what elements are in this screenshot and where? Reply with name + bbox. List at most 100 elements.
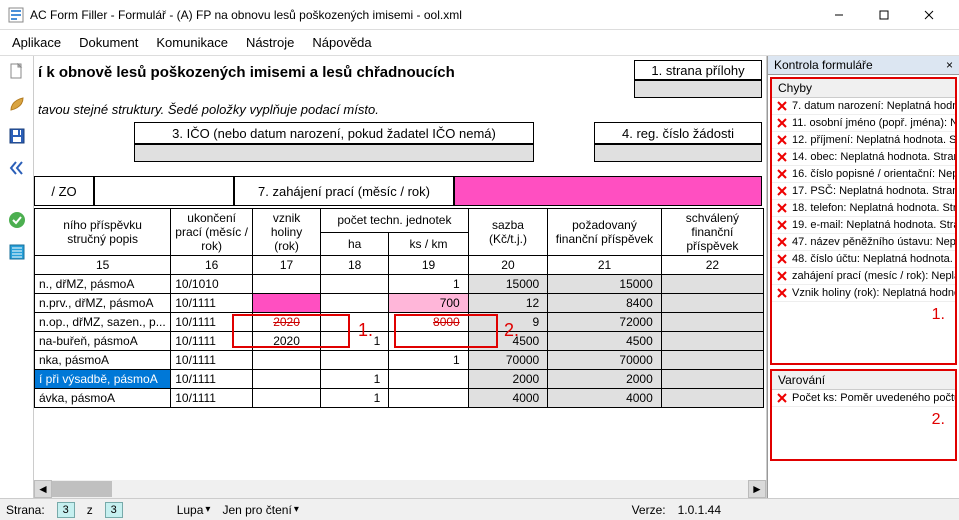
- minimize-button[interactable]: [816, 0, 861, 30]
- warning-item[interactable]: Počet ks: Poměr uvedeného počtu ...: [772, 390, 955, 407]
- table-cell[interactable]: 10/1111: [171, 294, 253, 313]
- error-item[interactable]: 47. název pěněžního ústavu: Nepl...: [772, 234, 955, 251]
- table-cell[interactable]: [321, 275, 389, 294]
- table-cell[interactable]: [253, 294, 321, 313]
- table-cell[interactable]: [253, 389, 321, 408]
- menu-napoveda[interactable]: Nápověda: [312, 35, 371, 50]
- table-cell[interactable]: 1: [389, 351, 468, 370]
- table-cell[interactable]: 1: [389, 275, 468, 294]
- table-cell[interactable]: 2020: [253, 332, 321, 351]
- table-cell[interactable]: 10/1111: [171, 313, 253, 332]
- zoom-dropdown[interactable]: Lupa▾: [177, 503, 211, 517]
- readonly-dropdown[interactable]: Jen pro čtení▾: [222, 503, 298, 517]
- table-cell[interactable]: nka, pásmoA: [35, 351, 171, 370]
- table-cell[interactable]: 10/1111: [171, 332, 253, 351]
- table-cell[interactable]: [661, 370, 763, 389]
- table-row[interactable]: n.prv., dřMZ, pásmoA10/1111 700128400: [35, 294, 764, 313]
- horizontal-scrollbar[interactable]: ◄ ►: [34, 480, 766, 498]
- warnings-list[interactable]: Počet ks: Poměr uvedeného počtu ...: [772, 390, 955, 407]
- table-cell[interactable]: 700: [389, 294, 468, 313]
- table-row[interactable]: n.op., dřMZ, sazen., p...10/11112020 8000…: [35, 313, 764, 332]
- table-cell[interactable]: 4000: [468, 389, 547, 408]
- table-row[interactable]: í při výsadbě, pásmoA10/1111 1 20002000: [35, 370, 764, 389]
- table-cell[interactable]: n.op., dřMZ, sazen., p...: [35, 313, 171, 332]
- errors-list[interactable]: 7. datum narození: Neplatná hodno...11. …: [772, 98, 955, 302]
- scroll-track[interactable]: [52, 480, 748, 498]
- table-cell[interactable]: n., dřMZ, pásmoA: [35, 275, 171, 294]
- table-cell[interactable]: 15000: [548, 275, 662, 294]
- error-item[interactable]: 48. číslo účtu: Neplatná hodnota. S...: [772, 251, 955, 268]
- table-cell[interactable]: [389, 332, 468, 351]
- table-cell[interactable]: 10/1111: [171, 351, 253, 370]
- table-cell[interactable]: [661, 313, 763, 332]
- menu-nastroje[interactable]: Nástroje: [246, 35, 294, 50]
- close-button[interactable]: [906, 0, 951, 30]
- leaf-icon[interactable]: [5, 92, 29, 116]
- table-cell[interactable]: [321, 294, 389, 313]
- table-cell[interactable]: [253, 275, 321, 294]
- table-cell[interactable]: 8000: [389, 313, 468, 332]
- error-item[interactable]: 19. e-mail: Neplatná hodnota. Stran...: [772, 217, 955, 234]
- table-cell[interactable]: 70000: [468, 351, 547, 370]
- scroll-right-icon[interactable]: ►: [748, 480, 766, 498]
- error-item[interactable]: Vznik holiny (rok): Neplatná hodnot...: [772, 285, 955, 302]
- error-item[interactable]: 11. osobní jméno (popř. jména): Ne...: [772, 115, 955, 132]
- table-row[interactable]: na-buřeň, pásmoA10/111120201 45004500: [35, 332, 764, 351]
- form-view[interactable]: í k obnově lesů poškozených imisemi a le…: [34, 56, 767, 498]
- table-cell[interactable]: 2000: [548, 370, 662, 389]
- table-cell[interactable]: [661, 294, 763, 313]
- table-cell[interactable]: 2000: [468, 370, 547, 389]
- table-cell[interactable]: 2020: [253, 313, 321, 332]
- table-cell[interactable]: [661, 275, 763, 294]
- table-cell[interactable]: [321, 313, 389, 332]
- scroll-thumb[interactable]: [52, 481, 112, 497]
- table-cell[interactable]: [661, 332, 763, 351]
- error-item[interactable]: 16. číslo popisné / orientační: Nepl...: [772, 166, 955, 183]
- table-cell[interactable]: 15000: [468, 275, 547, 294]
- form-icon[interactable]: [5, 240, 29, 264]
- table-cell[interactable]: 1: [321, 332, 389, 351]
- validation-close-icon[interactable]: ×: [946, 58, 953, 72]
- table-cell[interactable]: [661, 389, 763, 408]
- menu-dokument[interactable]: Dokument: [79, 35, 138, 50]
- zo-value[interactable]: [94, 176, 234, 206]
- table-cell[interactable]: 10/1111: [171, 370, 253, 389]
- table-cell[interactable]: 4500: [468, 332, 547, 351]
- table-cell[interactable]: 72000: [548, 313, 662, 332]
- table-cell[interactable]: 70000: [548, 351, 662, 370]
- maximize-button[interactable]: [861, 0, 906, 30]
- save-icon[interactable]: [5, 124, 29, 148]
- table-cell[interactable]: í při výsadbě, pásmoA: [35, 370, 171, 389]
- table-cell[interactable]: [253, 370, 321, 389]
- table-cell[interactable]: [321, 351, 389, 370]
- table-cell[interactable]: 8400: [548, 294, 662, 313]
- row7-value-pink[interactable]: [454, 176, 762, 206]
- table-cell[interactable]: 1: [321, 370, 389, 389]
- error-item[interactable]: zahájení prací (mesíc / rok): Nepla...: [772, 268, 955, 285]
- table-cell[interactable]: 4000: [548, 389, 662, 408]
- table-cell[interactable]: na-buřeň, pásmoA: [35, 332, 171, 351]
- table-cell[interactable]: n.prv., dřMZ, pásmoA: [35, 294, 171, 313]
- table-row[interactable]: ávka, pásmoA10/1111 1 40004000: [35, 389, 764, 408]
- table-cell[interactable]: [389, 389, 468, 408]
- menu-komunikace[interactable]: Komunikace: [156, 35, 228, 50]
- scroll-left-icon[interactable]: ◄: [34, 480, 52, 498]
- table-cell[interactable]: 10/1111: [171, 389, 253, 408]
- error-item[interactable]: 18. telefon: Neplatná hodnota. Str...: [772, 200, 955, 217]
- table-cell[interactable]: [389, 370, 468, 389]
- error-item[interactable]: 17. PSČ: Neplatná hodnota. Strana...: [772, 183, 955, 200]
- error-item[interactable]: 14. obec: Neplatná hodnota. Stran...: [772, 149, 955, 166]
- table-cell[interactable]: 12: [468, 294, 547, 313]
- table-cell[interactable]: ávka, pásmoA: [35, 389, 171, 408]
- table-cell[interactable]: [661, 351, 763, 370]
- menu-aplikace[interactable]: Aplikace: [12, 35, 61, 50]
- collapse-left-icon[interactable]: [5, 156, 29, 180]
- table-cell[interactable]: 10/1010: [171, 275, 253, 294]
- table-cell[interactable]: 1: [321, 389, 389, 408]
- check-icon[interactable]: [5, 208, 29, 232]
- table-cell[interactable]: 4500: [548, 332, 662, 351]
- table-cell[interactable]: [253, 351, 321, 370]
- table-row[interactable]: nka, pásmoA10/111117000070000: [35, 351, 764, 370]
- error-item[interactable]: 12. příjmení: Neplatná hodnota. Str...: [772, 132, 955, 149]
- page-current[interactable]: 3: [57, 502, 75, 518]
